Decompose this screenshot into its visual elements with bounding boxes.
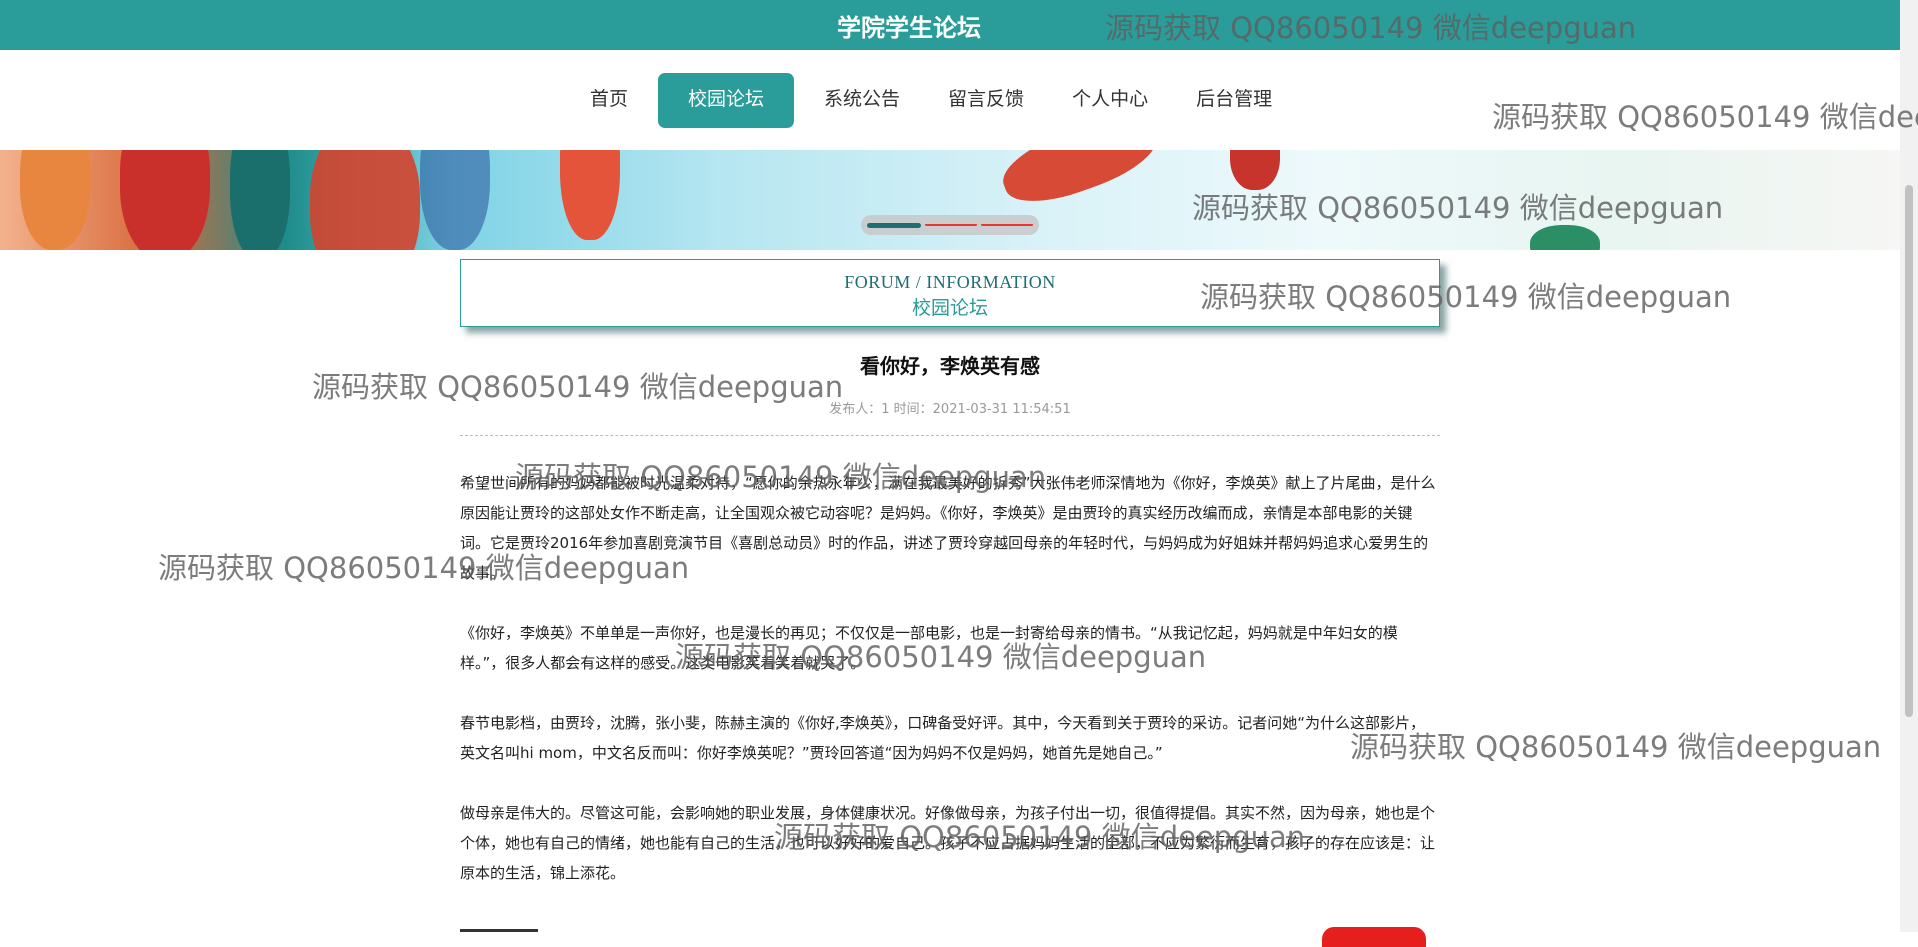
- comments-heading-partial: [460, 925, 540, 932]
- nav-item-campus-forum[interactable]: 校园论坛: [658, 73, 795, 128]
- main-navigation: 首页 校园论坛 系统公告 留言反馈 个人中心 后台管理: [0, 50, 1900, 150]
- banner-figure: [20, 150, 90, 250]
- banner-figure: [420, 150, 490, 250]
- nav-item-announcements[interactable]: 系统公告: [800, 73, 924, 128]
- banner-figure: [120, 150, 210, 250]
- carousel-dot[interactable]: [981, 223, 1033, 226]
- top-header-bar: 学院学生论坛: [0, 0, 1900, 50]
- carousel-dot[interactable]: [925, 223, 977, 226]
- site-title: 学院学生论坛: [837, 14, 981, 42]
- carousel-indicator: [861, 215, 1039, 235]
- divider: [460, 435, 1440, 436]
- scrollbar-thumb[interactable]: [1905, 185, 1913, 717]
- banner-figure: [560, 150, 620, 240]
- banner-figure: [1530, 225, 1600, 250]
- post-body: 希望世间所有的妈妈都能被时光温柔对待，“愿你的余热永年少，满在我最美好的拆秀”大…: [460, 468, 1440, 918]
- banner-figure: [310, 150, 420, 250]
- action-button-partial[interactable]: [1322, 927, 1426, 947]
- post-meta: 发布人：1 时间：2021-03-31 11:54:51: [829, 402, 1071, 417]
- section-header-box: FORUM / INFORMATION 校园论坛: [460, 259, 1440, 327]
- page-scrollbar[interactable]: [1900, 0, 1918, 932]
- post-paragraph: 春节电影档，由贾玲，沈腾，张小斐，陈赫主演的《你好,李焕英》，口碑备受好评。其中…: [460, 714, 1426, 762]
- nav-item-user-center[interactable]: 个人中心: [1048, 73, 1172, 128]
- banner-figure: [1230, 150, 1280, 190]
- post-paragraph: 《你好，李焕英》不单单是一声你好，也是漫长的再见；不仅仅是一部电影，也是一封寄给…: [460, 624, 1398, 672]
- nav-item-home[interactable]: 首页: [566, 73, 652, 128]
- banner-carousel[interactable]: [0, 150, 1900, 250]
- nav-menu: 首页 校园论坛 系统公告 留言反馈 个人中心 后台管理: [566, 73, 1296, 128]
- section-title-en: FORUM / INFORMATION: [844, 272, 1056, 292]
- post-paragraph: 做母亲是伟大的。尽管这可能，会影响她的职业发展，身体健康状况。好像做母亲，为孩子…: [460, 804, 1436, 882]
- banner-figure: [230, 150, 290, 250]
- banner-figure: [994, 150, 1166, 216]
- post-title: 看你好，李焕英有感: [860, 354, 1040, 378]
- post-paragraph: 希望世间所有的妈妈都能被时光温柔对待，“愿你的余热永年少，满在我最美好的拆秀”大…: [460, 474, 1436, 582]
- nav-item-admin[interactable]: 后台管理: [1172, 73, 1296, 128]
- section-title-cn: 校园论坛: [911, 298, 988, 319]
- carousel-dot-active[interactable]: [867, 223, 921, 228]
- nav-item-feedback[interactable]: 留言反馈: [924, 73, 1048, 128]
